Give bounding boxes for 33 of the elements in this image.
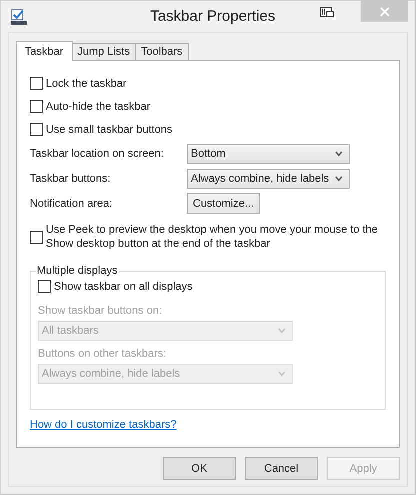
field-label: Show taskbar buttons on:: [38, 305, 164, 317]
field-label: Taskbar location on screen:: [30, 148, 165, 160]
checkbox[interactable]: [30, 100, 43, 113]
chevron-icon: [278, 328, 286, 334]
tab[interactable]: Taskbar: [16, 41, 73, 61]
checkbox[interactable]: [30, 123, 43, 136]
help-link[interactable]: How do I customize taskbars?: [30, 419, 177, 431]
checkbox-label[interactable]: Show taskbar on all displays: [54, 280, 193, 294]
close-icon: [380, 6, 390, 16]
checkbox[interactable]: [30, 77, 43, 90]
tab[interactable]: Toolbars: [135, 43, 189, 60]
dropdown[interactable]: Always combine, hide labels: [187, 168, 350, 188]
checkbox-label[interactable]: Lock the taskbar: [46, 76, 127, 90]
chevron-icon: [335, 176, 343, 182]
checkbox-label[interactable]: Use Peek to preview the desktop when you move your mouse to the Show desktop button at the end of the taskbar: [46, 223, 386, 251]
checkbox-label[interactable]: Use small taskbar buttons: [46, 122, 173, 136]
checkbox[interactable]: [38, 280, 51, 293]
field-label: Buttons on other taskbars:: [38, 348, 168, 360]
window-title: Taskbar Properties: [150, 8, 276, 25]
chevron-icon: [278, 371, 286, 377]
group-title: Multiple displays: [36, 265, 119, 277]
taskbar-checkbox-icon: [11, 8, 27, 24]
field-label: Taskbar buttons:: [30, 172, 112, 184]
field-label: Notification area:: [30, 198, 114, 210]
chevron-icon: [335, 150, 343, 156]
customize-button[interactable]: Customize...: [187, 193, 260, 214]
tab[interactable]: Jump Lists: [72, 43, 136, 60]
checkbox[interactable]: [30, 230, 43, 244]
checkbox-label[interactable]: Auto-hide the taskbar: [46, 100, 151, 114]
dropdown[interactable]: Bottom: [187, 144, 350, 164]
dialog-button[interactable]: OK: [163, 457, 236, 480]
window-snap-icon[interactable]: [320, 7, 334, 19]
dialog-button[interactable]: Cancel: [245, 457, 318, 480]
